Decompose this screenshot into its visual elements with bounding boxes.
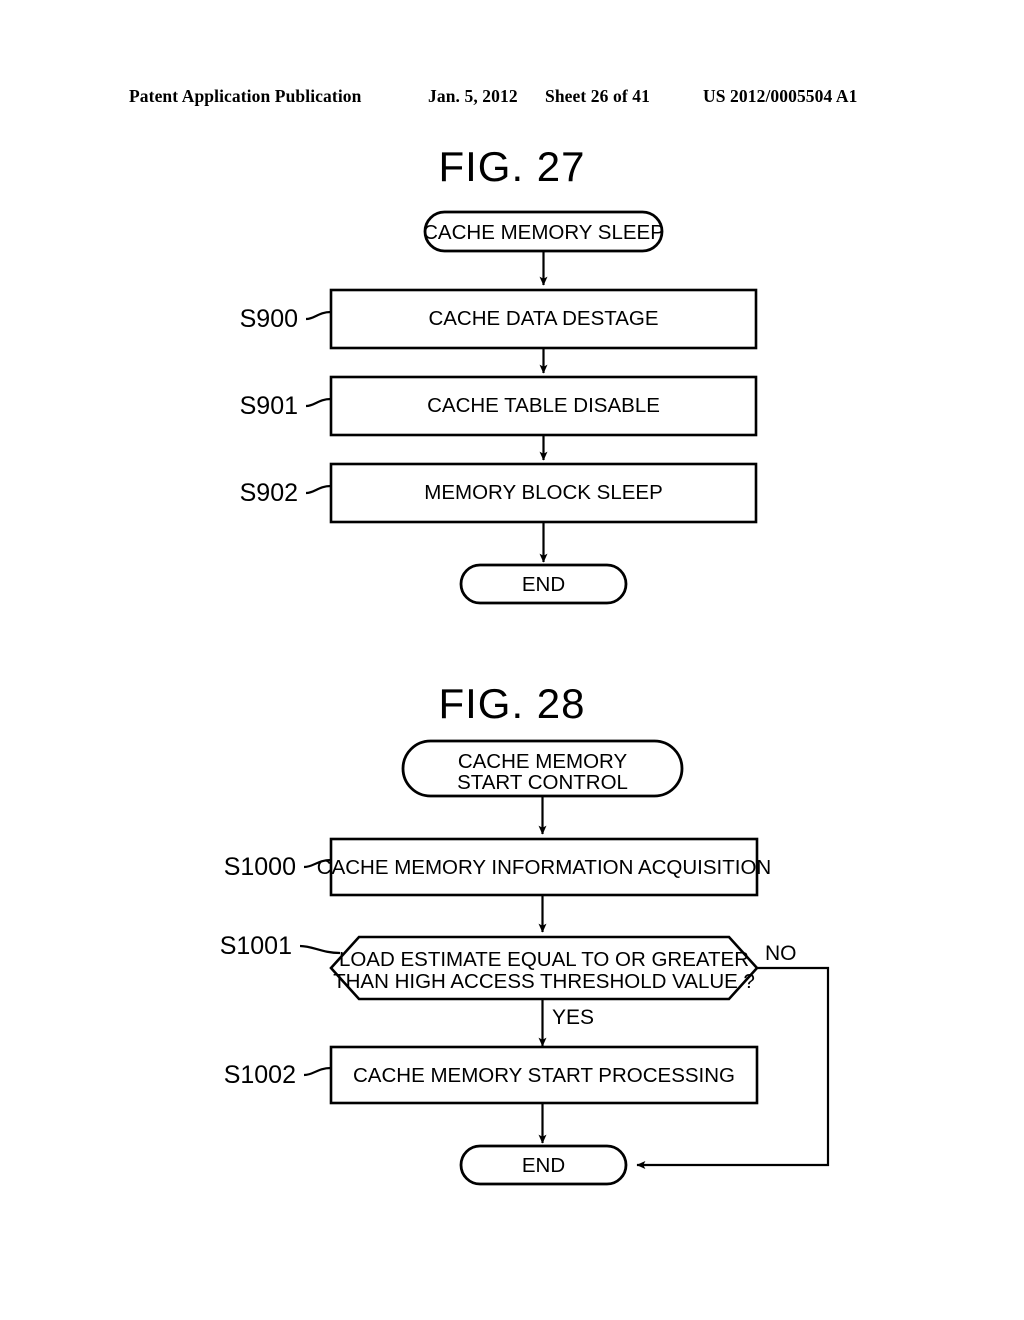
fig27-step-s902-id: S902	[240, 479, 298, 507]
fig27-step-s900: CACHE DATA DESTAGE S900	[240, 288, 758, 350]
fig27-start-label: CACHE MEMORY SLEEP	[423, 221, 664, 244]
fig28-step-s1002-label: CACHE MEMORY START PROCESSING	[353, 1064, 735, 1087]
fig28-step-s1000: CACHE MEMORY INFORMATION ACQUISITION S10…	[224, 837, 771, 897]
fig27-step-s901: CACHE TABLE DISABLE S901	[240, 375, 758, 437]
fig28-step-s1002: CACHE MEMORY START PROCESSING S1002	[224, 1045, 759, 1105]
fig27-step-s901-label: CACHE TABLE DISABLE	[427, 394, 660, 417]
fig28-end-label: END	[522, 1154, 565, 1177]
fig28-start-label-line2: START CONTROL	[457, 771, 628, 794]
fig27-step-s902: MEMORY BLOCK SLEEP S902	[240, 462, 758, 524]
fig28-step-s1000-label: CACHE MEMORY INFORMATION ACQUISITION	[317, 856, 771, 879]
fig28-step-s1000-id: S1000	[224, 853, 296, 881]
fig28-end-terminator: END	[459, 1144, 628, 1186]
fig28-decision-s1001-line2: THAN HIGH ACCESS THRESHOLD VALUE ?	[333, 970, 755, 993]
fig27-step-s902-label: MEMORY BLOCK SLEEP	[424, 481, 663, 504]
fig27-step-s901-id: S901	[240, 392, 298, 420]
fig28-step-s1002-id: S1002	[224, 1061, 296, 1089]
fig28-decision-s1001-id: S1001	[220, 932, 292, 960]
fig27-step-s900-label: CACHE DATA DESTAGE	[428, 307, 658, 330]
fig27-step-s900-id: S900	[240, 305, 298, 333]
figure-27-flowchart: CACHE MEMORY SLEEP CACHE DATA DESTAGE S9…	[240, 210, 758, 605]
fig28-start-label-line1: CACHE MEMORY	[458, 750, 628, 773]
figure-28-flowchart: CACHE MEMORY START CONTROL CACHE MEMORY …	[220, 739, 830, 1186]
fig28-start-terminator: CACHE MEMORY START CONTROL	[401, 739, 684, 798]
fig27-end-label: END	[522, 573, 565, 596]
fig27-end-terminator: END	[459, 563, 628, 605]
fig28-decision-s1001: LOAD ESTIMATE EQUAL TO OR GREATER THAN H…	[220, 932, 759, 1001]
fig28-branch-label-no: NO	[765, 942, 797, 965]
flowcharts-canvas: CACHE MEMORY SLEEP CACHE DATA DESTAGE S9…	[220, 210, 830, 1186]
fig27-start-terminator: CACHE MEMORY SLEEP	[423, 210, 664, 253]
fig28-decision-s1001-line1: LOAD ESTIMATE EQUAL TO OR GREATER	[339, 948, 749, 971]
fig28-branch-label-yes: YES	[552, 1006, 594, 1029]
patent-figure-page: Patent Application Publication Jan. 5, 2…	[0, 0, 1024, 1320]
